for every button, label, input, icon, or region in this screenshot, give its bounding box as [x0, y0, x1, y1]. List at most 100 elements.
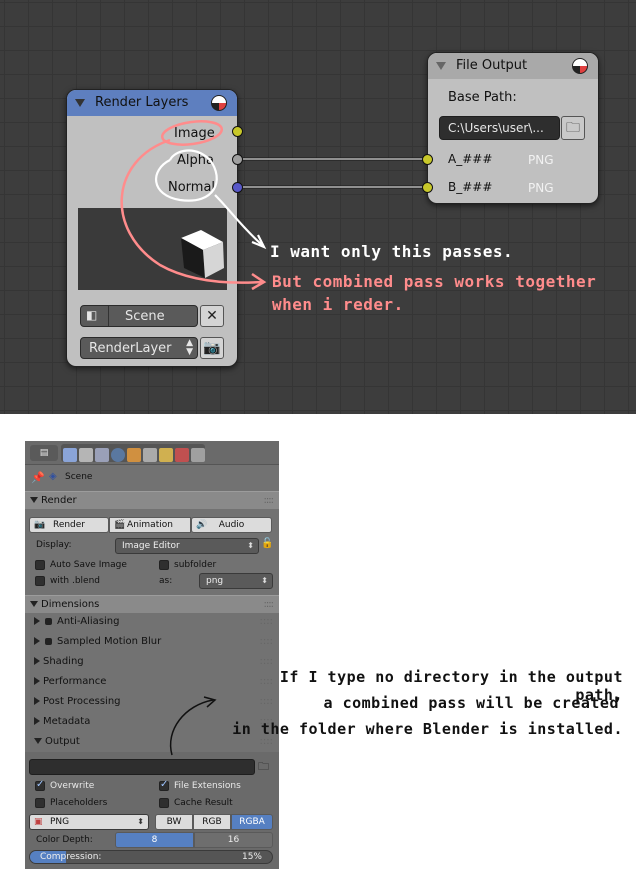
pink-circle-image [161, 120, 223, 146]
cache-result-label: Cache Result [174, 798, 233, 808]
anti-aliasing-toggle[interactable] [45, 617, 52, 625]
file-format-dropdown[interactable]: ▣ PNG ⬍ [29, 814, 149, 830]
compression-slider[interactable]: Compression: 15% [29, 850, 273, 864]
object-tab-icon[interactable] [127, 448, 141, 462]
audio-button[interactable]: 🔊 Audio [191, 517, 272, 533]
overwrite-checkbox[interactable] [35, 779, 45, 791]
display-label: Display: [36, 540, 72, 550]
anti-aliasing-section-header[interactable]: Anti-Aliasing :::: [25, 612, 279, 632]
render-layers-tab-icon[interactable] [79, 448, 93, 462]
collapsed-triangle-icon [34, 637, 40, 645]
white-circle-passes [154, 149, 218, 202]
annotation-no-directory-line3: in the folder where Blender is installed… [232, 720, 623, 738]
render-section-title: Render [41, 495, 77, 506]
film-icon: 🎬 [114, 520, 126, 530]
placeholders-checkbox[interactable] [35, 798, 45, 808]
dimensions-title: Dimensions [41, 599, 100, 610]
modifiers-tab-icon[interactable] [159, 448, 173, 462]
color-depth-16[interactable]: 16 [194, 832, 273, 848]
as-format-dropdown[interactable]: png ⬍ [199, 573, 273, 589]
placeholders-label: Placeholders [50, 798, 108, 808]
shading-title: Shading [43, 656, 84, 667]
drag-grip-icon[interactable]: :::: [260, 632, 273, 652]
color-mode-rgba[interactable]: RGBA [231, 814, 273, 830]
with-blend-label: with .blend [50, 576, 100, 586]
lock-icon[interactable]: 🔓 [261, 538, 273, 549]
anti-aliasing-title: Anti-Aliasing [57, 616, 120, 627]
context-scene-name: Scene [65, 472, 93, 482]
annotation-no-directory-line2: a combined pass will be created [323, 694, 619, 712]
pin-icon[interactable]: 📌 [31, 471, 45, 484]
dimensions-section-header[interactable]: Dimensions :::: [25, 595, 279, 613]
node-editor[interactable]: Render Layers Image Alpha Normal ◧ Scene [0, 0, 636, 414]
animation-button[interactable]: 🎬 Animation [109, 517, 191, 533]
output-path-field[interactable] [29, 759, 255, 775]
display-dropdown[interactable]: Image Editor ⬍ [115, 538, 259, 554]
cache-result-checkbox[interactable] [159, 798, 169, 808]
motion-blur-toggle[interactable] [45, 637, 52, 645]
color-mode-bw[interactable]: BW [155, 814, 193, 830]
color-depth-8[interactable]: 8 [115, 832, 194, 848]
scene-icon: ◈ [49, 471, 57, 482]
white-arrow [214, 194, 263, 246]
updown-arrows-icon: ⬍ [137, 817, 144, 826]
pink-arrow [120, 138, 263, 284]
properties-header: ▤ [25, 441, 279, 465]
auto-save-checkbox[interactable] [35, 560, 45, 570]
editor-type-button[interactable]: ▤ [30, 445, 58, 461]
image-format-icon: ▣ [34, 817, 43, 827]
editor-type-icon: ▤ [39, 448, 49, 458]
motion-blur-section-header[interactable]: Sampled Motion Blur :::: [25, 632, 279, 652]
subfolder-checkbox[interactable] [159, 560, 169, 570]
as-format-value: png [206, 576, 224, 586]
metadata-title: Metadata [43, 716, 91, 727]
camera-icon: 📷 [34, 520, 46, 530]
updown-arrows-icon: ⬍ [247, 541, 254, 550]
render-tab-icon[interactable] [63, 448, 77, 462]
world-tab-icon[interactable] [111, 448, 125, 462]
compression-value: 15% [241, 852, 262, 862]
folder-icon[interactable]: 🗀 [258, 758, 269, 777]
collapsed-triangle-icon [34, 677, 40, 685]
with-blend-checkbox[interactable] [35, 576, 45, 586]
file-format-value: PNG [50, 817, 70, 827]
speaker-icon: 🔊 [196, 520, 208, 530]
display-value: Image Editor [122, 541, 180, 551]
subfolder-label: subfolder [174, 560, 217, 570]
constraints-tab-icon[interactable] [143, 448, 157, 462]
as-label: as: [159, 576, 173, 586]
motion-blur-title: Sampled Motion Blur [57, 636, 162, 647]
scene-tab-icon[interactable] [95, 448, 109, 462]
render-button-label: Render [52, 520, 86, 530]
updown-arrows-icon: ⬍ [261, 576, 268, 585]
color-depth-label: Color Depth: [36, 835, 93, 845]
audio-button-label: Audio [218, 520, 245, 530]
particles-tab-icon[interactable] [191, 448, 205, 462]
file-extensions-label: File Extensions [174, 781, 241, 791]
overwrite-label: Overwrite [50, 781, 95, 791]
render-section-header[interactable]: Render :::: [25, 491, 279, 509]
collapsed-triangle-icon [34, 717, 40, 725]
file-extensions-checkbox[interactable] [159, 779, 169, 791]
properties-panel[interactable]: ▤ 📌 ◈ Scene Render :::: 📷 Render 🎬 Anima… [25, 441, 279, 869]
drag-grip-icon[interactable]: :::: [260, 612, 273, 632]
annotation-drawings [120, 120, 267, 291]
context-path: 📌 ◈ Scene [25, 468, 279, 488]
material-tab-icon[interactable] [175, 448, 189, 462]
color-mode-rgb[interactable]: RGB [193, 814, 231, 830]
collapsed-triangle-icon [34, 657, 40, 665]
drag-grip-icon[interactable]: :::: [264, 492, 275, 510]
post-processing-title: Post Processing [43, 696, 121, 707]
render-button[interactable]: 📷 Render [29, 517, 109, 533]
animation-button-label: Animation [127, 520, 173, 530]
performance-title: Performance [43, 676, 107, 687]
expanded-triangle-icon [30, 601, 38, 607]
annotation-only-passes: I want only this passes. [270, 242, 514, 261]
annotation-combined-line1: But combined pass works together [272, 272, 597, 291]
expanded-triangle-icon [34, 738, 42, 744]
collapsed-triangle-icon [34, 617, 40, 625]
collapsed-triangle-icon [34, 697, 40, 705]
compression-label: Compression: [40, 852, 102, 862]
annotation-combined-line2: when i reder. [272, 295, 404, 314]
context-tabs [61, 444, 205, 462]
